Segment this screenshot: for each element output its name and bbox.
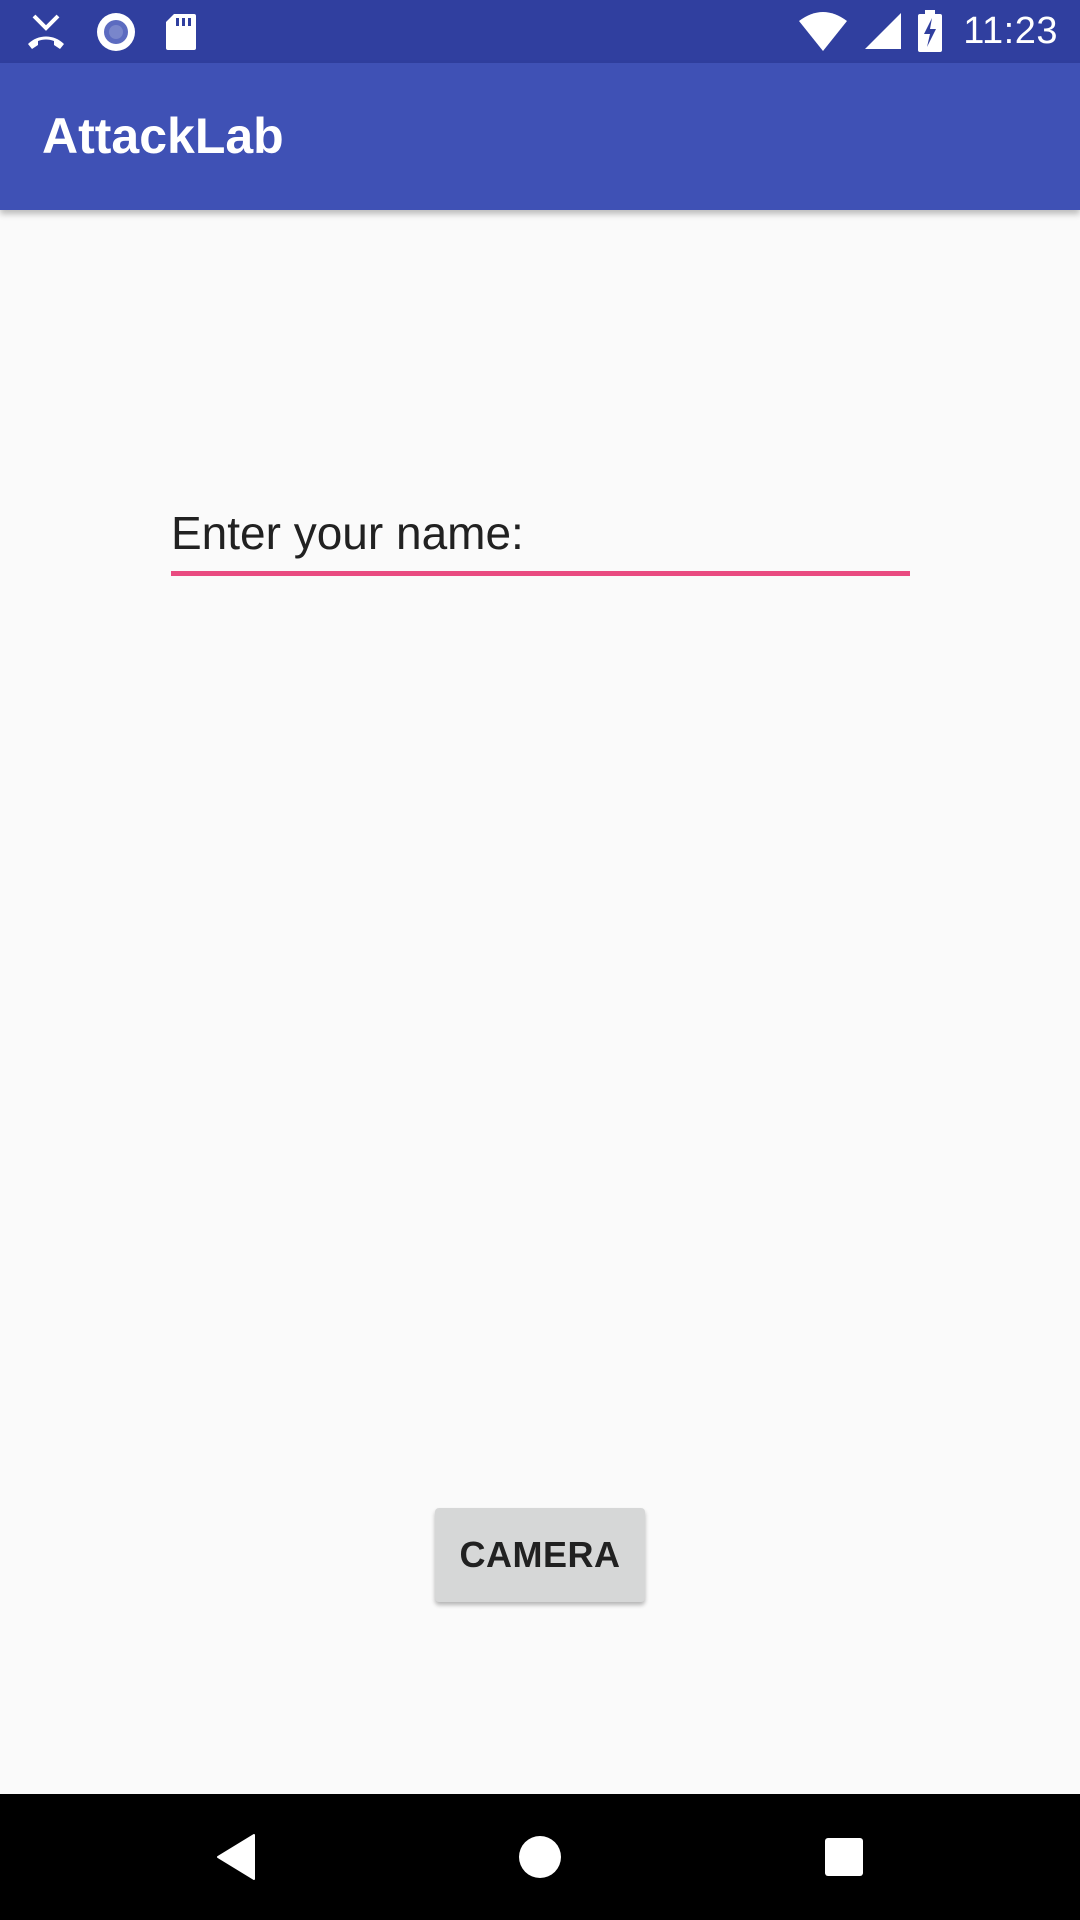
back-icon xyxy=(217,1834,255,1880)
status-notifications xyxy=(24,10,198,54)
back-button[interactable] xyxy=(156,1794,316,1920)
sync-circle-icon xyxy=(96,12,136,52)
name-input-label: Enter your name: xyxy=(171,507,524,559)
status-system: 11:23 xyxy=(797,8,1058,54)
wifi-icon xyxy=(797,11,849,51)
home-icon xyxy=(519,1836,561,1878)
cell-signal-icon xyxy=(863,11,903,51)
recents-icon xyxy=(825,1838,863,1876)
navigation-bar xyxy=(0,1794,1080,1920)
battery-charging-icon xyxy=(917,10,943,52)
app-bar: AttackLab xyxy=(0,63,1080,210)
name-input[interactable]: Enter your name: xyxy=(171,490,910,576)
sd-card-icon xyxy=(164,12,198,52)
missed-call-icon xyxy=(24,12,68,52)
status-time: 11:23 xyxy=(963,9,1058,52)
camera-button[interactable]: CAMERA xyxy=(435,1508,645,1602)
screen: 11:23 AttackLab Enter your name: CAMERA xyxy=(0,0,1080,1920)
name-input-underline xyxy=(171,571,910,576)
recents-button[interactable] xyxy=(764,1794,924,1920)
home-button[interactable] xyxy=(460,1794,620,1920)
app-title: AttackLab xyxy=(42,108,284,164)
status-bar: 11:23 xyxy=(0,0,1080,63)
main-content: Enter your name: CAMERA xyxy=(0,210,1080,1794)
